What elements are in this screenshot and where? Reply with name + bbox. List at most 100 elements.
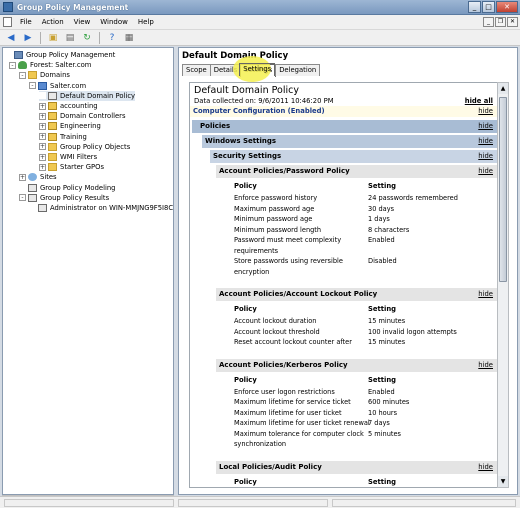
- expand-icon[interactable]: +: [39, 153, 46, 161]
- policy-setting: 15 minutes: [368, 317, 406, 325]
- folder-icon: [28, 71, 37, 80]
- hide-link[interactable]: hide: [478, 107, 493, 115]
- tree-item[interactable]: - Group Policy Results: [19, 193, 109, 203]
- scroll-down-icon[interactable]: ▼: [498, 476, 508, 487]
- minimize-icon[interactable]: _: [468, 1, 481, 13]
- hide-link[interactable]: hide: [478, 122, 493, 130]
- tree-item[interactable]: Default Domain Policy: [39, 90, 136, 101]
- policy-name: Enforce user logon restrictions: [234, 387, 335, 396]
- column-header-setting: Setting: [368, 182, 397, 190]
- status-segment: [332, 499, 516, 507]
- expand-icon[interactable]: +: [39, 163, 46, 171]
- policy-section-header: Account Policies/Account Lockout Policy h…: [216, 288, 497, 301]
- tree-item[interactable]: Group Policy Management: [5, 50, 115, 60]
- expand-icon[interactable]: +: [39, 102, 46, 110]
- hide-link[interactable]: hide: [478, 167, 493, 175]
- help-icon[interactable]: ?: [105, 31, 119, 44]
- close-icon[interactable]: ✕: [496, 1, 518, 13]
- collapse-icon[interactable]: -: [29, 82, 36, 90]
- policy-name: Minimum password age: [234, 215, 313, 223]
- expand-icon[interactable]: +: [39, 122, 46, 130]
- site-icon: [28, 173, 37, 182]
- policy-setting: 24 passwords remembered: [368, 194, 458, 202]
- tree-item[interactable]: - Forest: Salter.com: [9, 60, 91, 70]
- column-header-setting: Setting: [368, 305, 397, 313]
- policy-name: Minimum password length: [234, 225, 322, 234]
- policy-name: Maximum lifetime for user ticket renewal: [234, 419, 370, 427]
- back-icon[interactable]: ◀: [4, 31, 18, 44]
- menu-action[interactable]: Action: [37, 18, 69, 26]
- policy-name: Maximum lifetime for service ticket: [234, 398, 351, 406]
- tree-item-label: Starter GPOs: [60, 163, 104, 172]
- collapse-icon[interactable]: -: [19, 71, 26, 79]
- hide-link[interactable]: hide: [478, 152, 493, 160]
- mdi-minimize-icon[interactable]: _: [483, 17, 494, 27]
- tree-item[interactable]: Administrator on WIN-MMJNG9F5I8C: [29, 203, 173, 213]
- policy-section-header: Local Policies/Audit Policy hide: [216, 460, 497, 474]
- policy-setting: 600 minutes: [368, 398, 410, 406]
- policy-setting: Disabled: [368, 257, 397, 265]
- maximize-icon[interactable]: □: [482, 1, 495, 13]
- tree-item[interactable]: Group Policy Modeling: [19, 183, 115, 193]
- gpm-icon: [14, 51, 23, 59]
- folder-icon: [48, 163, 57, 172]
- report-vertical-scrollbar[interactable]: ▲ ▼: [497, 82, 509, 488]
- policy-setting: Enabled: [368, 387, 395, 396]
- ou-icon: [48, 102, 57, 110]
- tree-item[interactable]: - Salter.com: [29, 81, 86, 91]
- expand-icon[interactable]: +: [39, 133, 46, 141]
- computer-config-header: Computer Configuration (Enabled) hide: [190, 106, 497, 117]
- hide-link[interactable]: hide: [478, 361, 493, 369]
- tree-item[interactable]: + Sites: [19, 172, 57, 182]
- tree-item[interactable]: - Domains: [19, 70, 70, 80]
- app-icon: [3, 2, 13, 12]
- policy-name: Account lockout threshold: [234, 327, 320, 336]
- tree-item[interactable]: + Engineering: [39, 121, 101, 131]
- tree-item[interactable]: + Group Policy Objects: [39, 142, 130, 152]
- expand-icon[interactable]: +: [19, 173, 26, 181]
- report-collected: Data collected on: 9/6/2011 10:46:20 PM: [194, 97, 334, 105]
- tree-item[interactable]: + WMI Filters: [39, 152, 97, 162]
- mdi-doc-icon[interactable]: [3, 17, 12, 27]
- hide-all-link[interactable]: hide all: [465, 97, 493, 105]
- policy-setting: 5 minutes: [368, 429, 401, 438]
- scroll-up-icon[interactable]: ▲: [498, 83, 508, 94]
- expand-icon[interactable]: +: [39, 143, 46, 151]
- refresh-icon[interactable]: ↻: [80, 31, 94, 44]
- tab-settings-overlay[interactable]: Settings: [239, 63, 276, 76]
- tree-item[interactable]: + Domain Controllers: [39, 111, 126, 121]
- tree-item[interactable]: + Starter GPOs: [39, 162, 104, 172]
- hide-link[interactable]: hide: [478, 463, 493, 471]
- hide-link[interactable]: hide: [478, 290, 493, 298]
- console-icon[interactable]: ▤: [63, 31, 77, 44]
- window-title: Group Policy Management: [17, 2, 129, 12]
- scroll-thumb[interactable]: [499, 97, 507, 282]
- tree-item-label: Group Policy Objects: [60, 142, 131, 151]
- tree-spacer: [19, 184, 26, 192]
- tab-delegation[interactable]: Delegation: [275, 64, 321, 76]
- title-bar: Group Policy Management _ □ ✕: [0, 0, 520, 15]
- forward-icon[interactable]: ▶: [21, 31, 35, 44]
- menu-file[interactable]: File: [15, 18, 37, 26]
- tree-item-label: Domain Controllers: [60, 112, 126, 121]
- windows-settings-label: Windows Settings: [205, 137, 277, 145]
- mdi-restore-icon[interactable]: ❐: [495, 17, 506, 27]
- collapse-icon[interactable]: -: [9, 61, 16, 69]
- menu-help[interactable]: Help: [133, 18, 159, 26]
- policy-section-title: Account Policies/Kerberos Policy: [219, 360, 348, 369]
- windows-settings-header: Windows Settings hide: [202, 135, 497, 148]
- tree-item[interactable]: + accounting: [39, 101, 98, 111]
- policy-setting: 7 days: [368, 419, 390, 427]
- tree-item[interactable]: + Training: [39, 132, 87, 142]
- menu-window[interactable]: Window: [95, 18, 133, 26]
- mdi-close-icon[interactable]: ✕: [507, 17, 518, 27]
- properties-icon[interactable]: ▦: [122, 31, 136, 44]
- expand-icon[interactable]: +: [39, 112, 46, 120]
- policy-name: Maximum lifetime for user ticket: [234, 408, 342, 417]
- menu-view[interactable]: View: [69, 18, 96, 26]
- hide-link[interactable]: hide: [478, 137, 493, 145]
- policy-section-title: Account Policies/Account Lockout Policy: [219, 290, 378, 298]
- collapse-icon[interactable]: -: [19, 194, 26, 202]
- folder-up-icon[interactable]: ▣: [46, 31, 60, 44]
- tree-item-label: Training: [60, 132, 87, 141]
